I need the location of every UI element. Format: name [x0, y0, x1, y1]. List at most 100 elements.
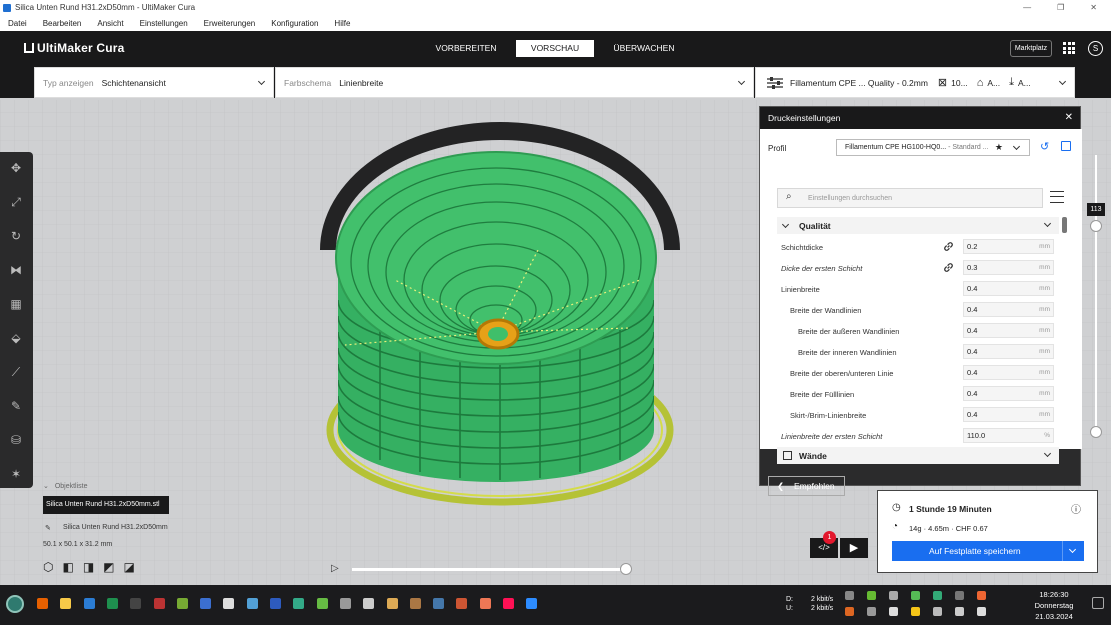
- settings-menu-icon[interactable]: [1050, 191, 1064, 203]
- taskbar-app-icon[interactable]: [409, 598, 421, 609]
- left-view-icon[interactable]: ◩: [103, 560, 114, 574]
- taskbar-app-icon[interactable]: [37, 598, 48, 609]
- setting-value-input[interactable]: 0.4 mm: [963, 386, 1054, 401]
- taskbar-app-icon[interactable]: [223, 598, 235, 609]
- reset-profile-icon[interactable]: ↺: [1040, 140, 1049, 153]
- tray-icon[interactable]: [889, 591, 898, 600]
- taskbar-app-icon[interactable]: [526, 598, 538, 609]
- tray-icon[interactable]: [867, 607, 876, 616]
- marketplace-button[interactable]: Marktplatz: [1010, 40, 1052, 57]
- tray-icon[interactable]: [845, 591, 854, 600]
- tray-icon[interactable]: [955, 591, 964, 600]
- taskbar-app-icon[interactable]: [479, 598, 491, 609]
- taskbar-app-icon[interactable]: [456, 598, 468, 609]
- tray-icon[interactable]: [911, 607, 920, 616]
- taskbar-app-icon[interactable]: [363, 598, 375, 609]
- taskbar-app-icon[interactable]: [316, 598, 328, 609]
- section-walls-header[interactable]: Wände: [777, 447, 1059, 464]
- notifications-icon[interactable]: [1092, 597, 1104, 609]
- object-list-file[interactable]: Silica Unten Rund H31.2xD50mm.stl: [43, 496, 169, 514]
- menu-einstellungen[interactable]: Einstellungen: [132, 19, 196, 28]
- taskbar-app-icon[interactable]: [339, 598, 351, 609]
- taskbar-app-icon[interactable]: [270, 598, 281, 609]
- setting-value-input[interactable]: 0.4 mm: [963, 365, 1054, 380]
- setting-value-input[interactable]: 0.4 mm: [963, 302, 1054, 317]
- taskbar-app-icon[interactable]: [130, 598, 142, 609]
- menu-datei[interactable]: Datei: [0, 19, 35, 28]
- setting-value-input[interactable]: 0.4 mm: [963, 281, 1054, 296]
- maximize-button[interactable]: ❐: [1057, 3, 1064, 12]
- simulation-track[interactable]: [352, 568, 626, 571]
- object-list-toggle[interactable]: ⌄ Objektliste: [43, 482, 88, 490]
- info-icon[interactable]: ⓘ: [1071, 501, 1081, 516]
- menu-ansicht[interactable]: Ansicht: [89, 19, 131, 28]
- chevron-down-icon[interactable]: [1068, 545, 1077, 554]
- taskbar-app-icon[interactable]: [83, 598, 95, 609]
- mirror-tool-icon[interactable]: ⧓: [8, 262, 24, 278]
- account-avatar[interactable]: S: [1088, 41, 1103, 56]
- front-view-icon[interactable]: ◧: [62, 560, 73, 574]
- taskbar-app-icon[interactable]: [176, 598, 188, 609]
- setting-value-input[interactable]: 110.0%: [963, 428, 1054, 443]
- section-quality-header[interactable]: Qualität: [777, 217, 1059, 234]
- tray-icon[interactable]: [867, 591, 876, 600]
- menu-bearbeiten[interactable]: Bearbeiten: [35, 19, 90, 28]
- link-icon[interactable]: [943, 241, 954, 252]
- taskbar-app-icon[interactable]: [106, 598, 118, 609]
- move-tool-icon[interactable]: ✥: [8, 160, 24, 176]
- tab-vorbereiten[interactable]: VORBEREITEN: [430, 40, 502, 57]
- tray-icon[interactable]: [977, 591, 986, 600]
- 3d-view-icon[interactable]: ⬡: [43, 560, 53, 574]
- color-scheme-dropdown[interactable]: Farbschema Linienbreite: [275, 67, 754, 98]
- tray-icon[interactable]: [911, 591, 920, 600]
- edit-icon[interactable]: ✎: [45, 524, 51, 532]
- per-model-settings-icon[interactable]: ▦: [8, 296, 24, 312]
- layer-slider-upper-handle[interactable]: [1090, 220, 1102, 232]
- right-view-icon[interactable]: ◪: [124, 560, 135, 574]
- tray-icon[interactable]: [977, 607, 986, 616]
- profile-dropdown[interactable]: Fillamentum CPE HG100-HQ0... - Standard …: [836, 139, 1030, 156]
- layer-slider-lower-handle[interactable]: [1090, 426, 1102, 438]
- start-icon[interactable]: [6, 595, 24, 613]
- support-blocker-icon[interactable]: ⬙: [8, 330, 24, 346]
- menu-konfiguration[interactable]: Konfiguration: [263, 19, 326, 28]
- clock[interactable]: 18:26:30 Donnerstag 21.03.2024: [1028, 589, 1080, 622]
- taskbar-app-icon[interactable]: [60, 598, 72, 609]
- settings-search-input[interactable]: ⌕ Einstellungen durchsuchen: [777, 188, 1043, 208]
- tray-icon[interactable]: [845, 607, 854, 616]
- recommended-button[interactable]: ❮ Empfohlen: [768, 476, 845, 496]
- print-settings-summary[interactable]: Fillamentum CPE ... Quality - 0.2mm ⊠ 10…: [755, 67, 1075, 98]
- tray-icon[interactable]: [889, 607, 898, 616]
- paint-tool-icon[interactable]: ✎: [8, 398, 24, 414]
- close-window-button[interactable]: ✕: [1090, 3, 1097, 12]
- play-button[interactable]: ▶: [840, 538, 868, 558]
- menu-hilfe[interactable]: Hilfe: [326, 19, 358, 28]
- top-view-icon[interactable]: ◨: [83, 560, 94, 574]
- taskbar-app-icon[interactable]: [200, 598, 212, 609]
- tray-icon[interactable]: [933, 591, 942, 600]
- tray-icon[interactable]: [933, 607, 942, 616]
- close-icon[interactable]: ✕: [1065, 107, 1073, 129]
- setting-value-input[interactable]: 0.4 mm: [963, 407, 1054, 422]
- taskbar-app-icon[interactable]: [386, 598, 398, 609]
- setting-value-input[interactable]: 0.2 mm: [963, 239, 1054, 254]
- setting-value-input[interactable]: 0.4 mm: [963, 344, 1054, 359]
- setting-value-input[interactable]: 0.4 mm: [963, 323, 1054, 338]
- tab-vorschau[interactable]: VORSCHAU: [516, 40, 594, 57]
- menu-erweiterungen[interactable]: Erweiterungen: [196, 19, 264, 28]
- save-to-disk-button[interactable]: Auf Festplatte speichern: [892, 541, 1084, 561]
- simulation-handle[interactable]: [620, 563, 632, 575]
- tab-ueberwachen[interactable]: ÜBERWACHEN: [608, 40, 680, 57]
- taskbar-app-icon[interactable]: [246, 598, 258, 609]
- setting-value-input[interactable]: 0.3 mm: [963, 260, 1054, 275]
- scale-tool-icon[interactable]: ⤢: [8, 194, 24, 210]
- taskbar-app-icon[interactable]: [293, 598, 305, 609]
- taskbar-app-icon[interactable]: [153, 598, 165, 609]
- cylinder-tool-icon[interactable]: ⛁: [8, 432, 24, 448]
- save-profile-icon[interactable]: [1061, 141, 1071, 151]
- play-simulation-icon[interactable]: ▷: [331, 563, 339, 574]
- tray-icon[interactable]: [955, 607, 964, 616]
- view-type-dropdown[interactable]: Typ anzeigen Schichtenansicht: [34, 67, 274, 98]
- rotate-tool-icon[interactable]: ↻: [8, 228, 24, 244]
- apps-grid-icon[interactable]: [1063, 42, 1075, 54]
